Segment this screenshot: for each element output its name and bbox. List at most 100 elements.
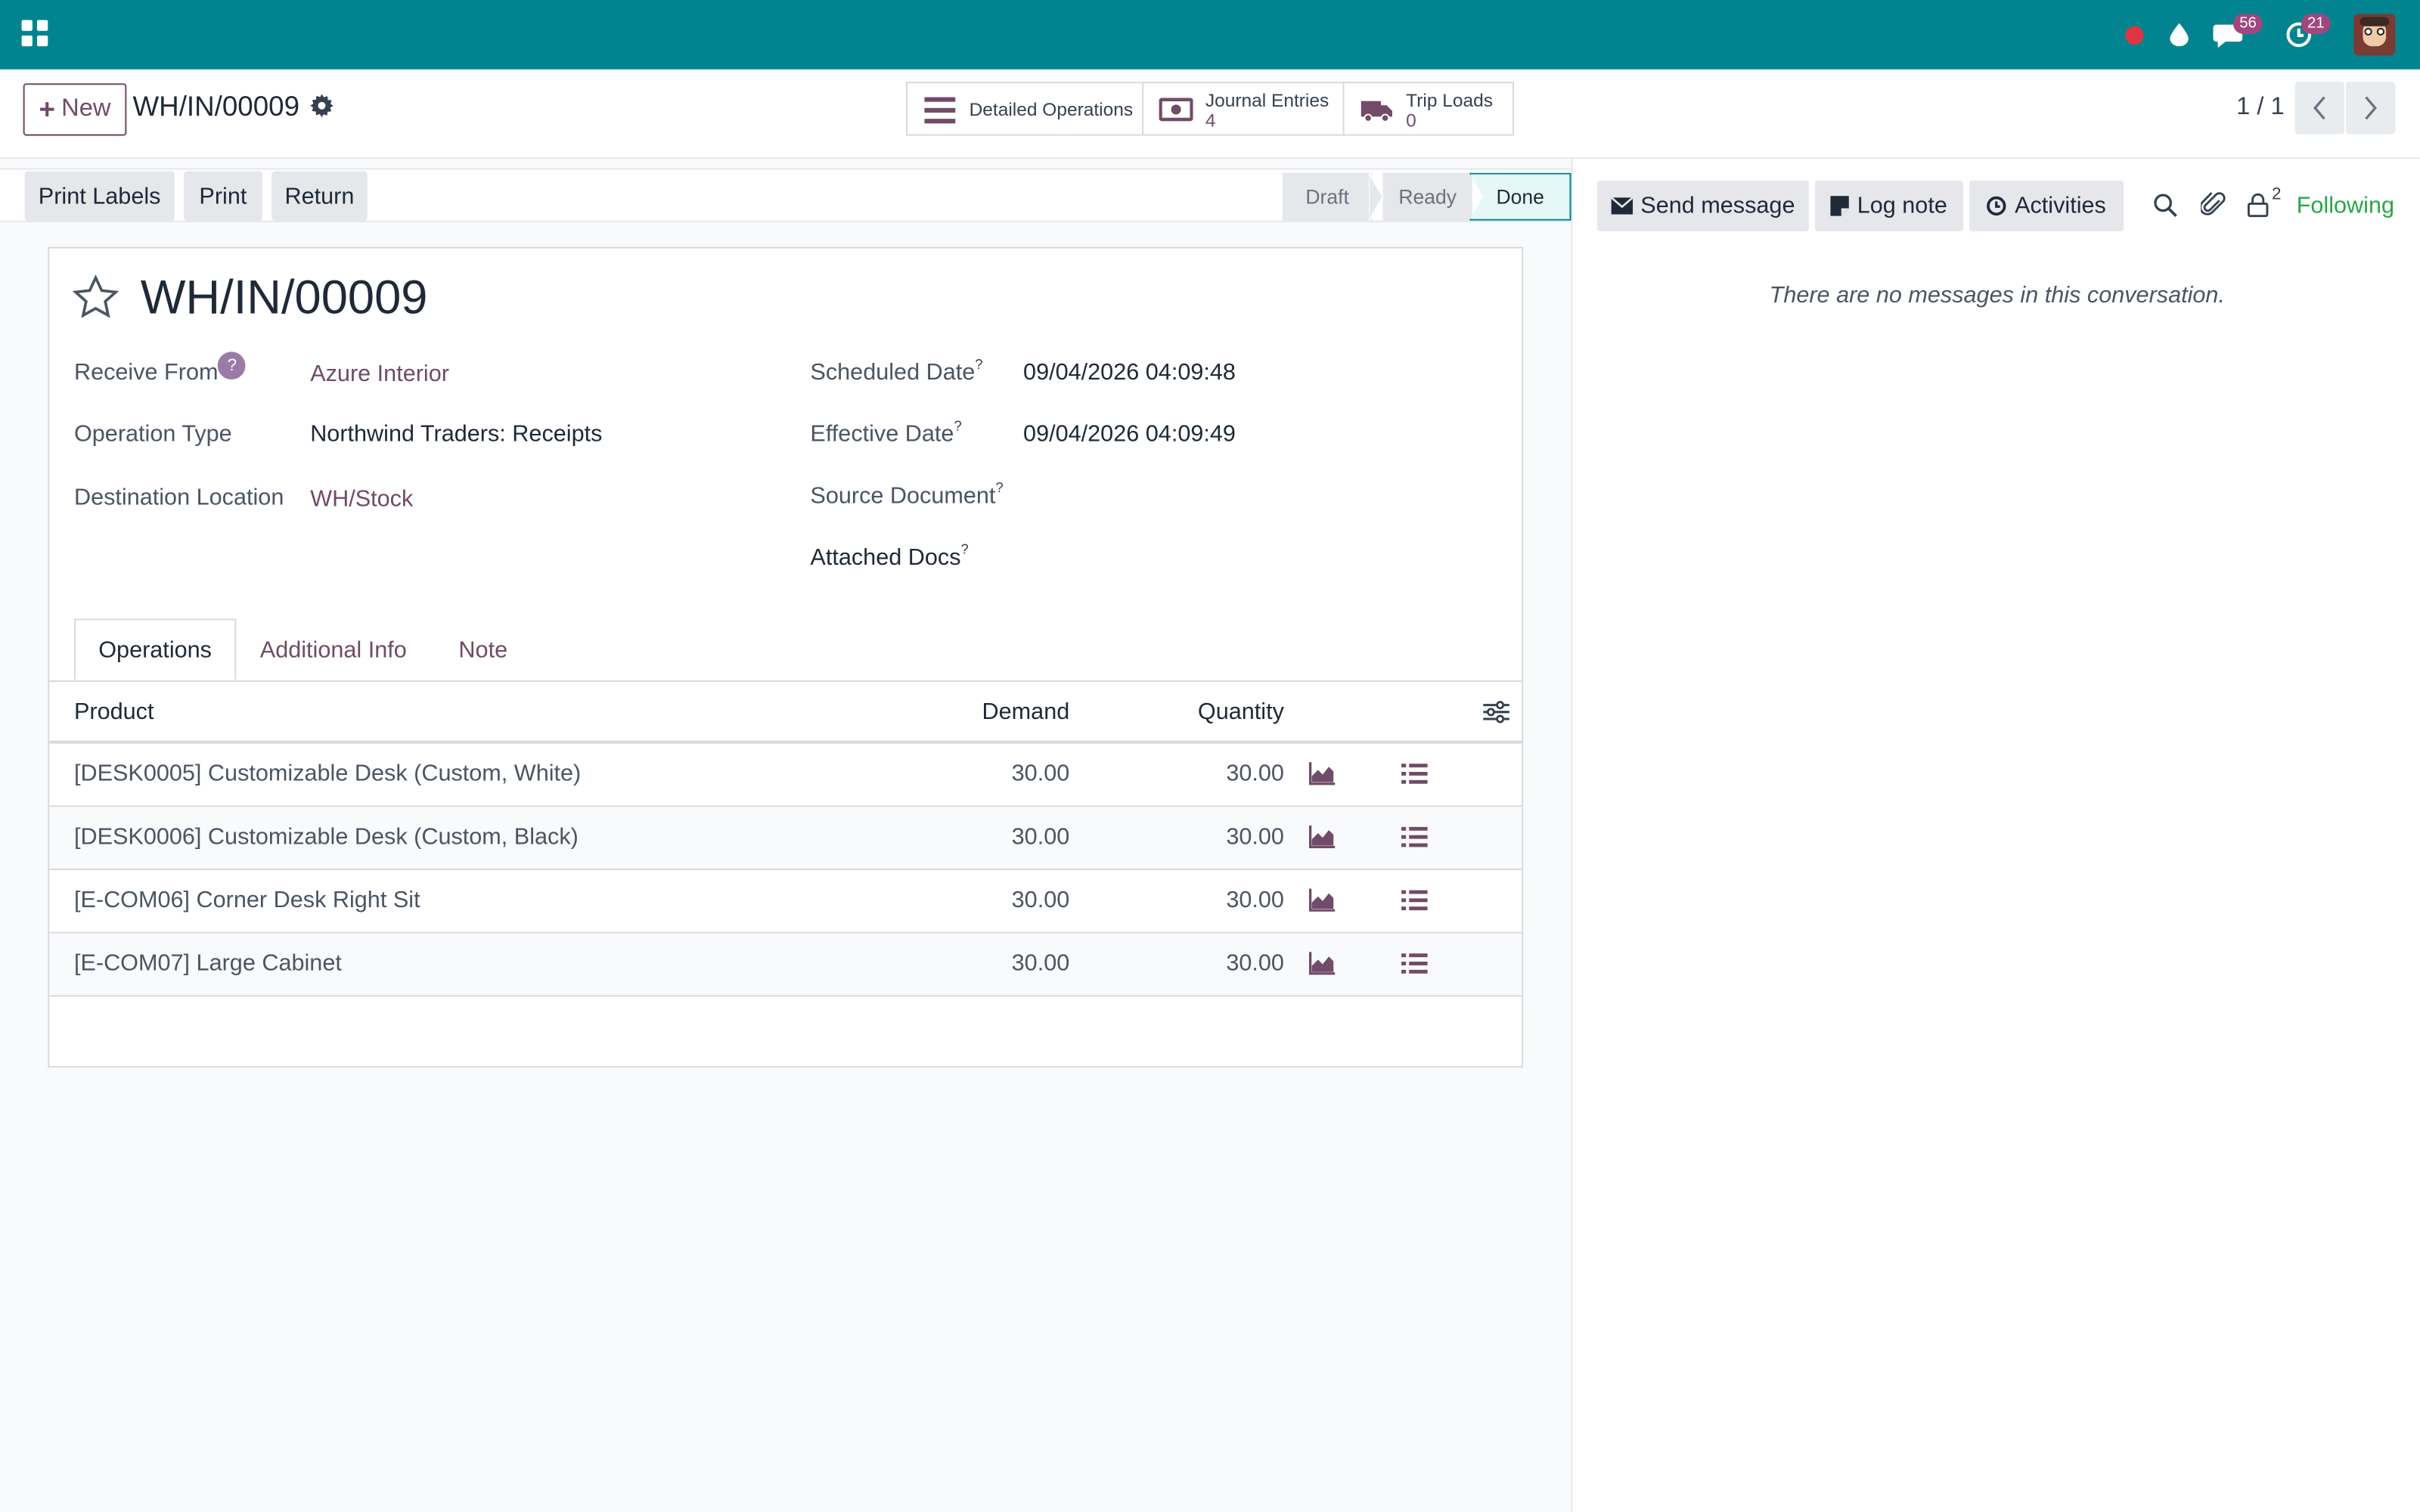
forecast-chart-icon[interactable] [1309, 888, 1336, 912]
favorite-star-icon[interactable] [72, 274, 119, 321]
send-message-button[interactable]: Send message [1597, 180, 1809, 232]
send-message-label: Send message [1640, 193, 1795, 219]
print-labels-button[interactable]: Print Labels [24, 171, 175, 221]
tab-additional-info[interactable]: Additional Info [244, 618, 423, 680]
column-product[interactable]: Product [74, 699, 154, 725]
help-mark[interactable]: ? [975, 356, 982, 371]
breadcrumb-record: WH/IN/00009 [132, 91, 300, 122]
clock-icon [1987, 196, 2007, 216]
demand-cell: 30.00 [1011, 887, 1070, 914]
product-cell: [E-COM06] Corner Desk Right Sit [73, 887, 420, 914]
stage-draft[interactable]: Draft [1282, 172, 1373, 221]
print-button[interactable]: Print [183, 171, 262, 221]
demand-cell: 30.00 [1011, 823, 1070, 850]
destination-location-value[interactable]: WH/Stock [310, 486, 413, 513]
scheduled-date-value[interactable]: 09/04/2026 04:09:48 [1023, 360, 1236, 386]
record-title: WH/IN/00009 [140, 270, 428, 324]
source-document-field[interactable] [1023, 483, 1486, 514]
activities-clock-icon[interactable] [2282, 0, 2313, 70]
details-list-icon[interactable] [1401, 762, 1428, 785]
return-button[interactable]: Return [271, 171, 368, 221]
optional-columns-icon[interactable] [1483, 701, 1509, 724]
demand-cell: 30.00 [1011, 761, 1070, 787]
following-button[interactable]: Following [2297, 193, 2394, 219]
journal-entries-button[interactable]: Journal Entries 4 [1142, 82, 1345, 136]
user-avatar[interactable] [2352, 0, 2395, 70]
effective-date-label: Effective Date [810, 421, 954, 448]
gear-icon[interactable] [310, 94, 335, 119]
help-mark[interactable]: ? [995, 480, 1003, 495]
activities-badge: 21 [2301, 14, 2331, 34]
app-root: 56 21 + New WH/IN/00009 Detailed Operati… [0, 0, 2420, 1512]
trip-loads-button[interactable]: Trip Loads 0 [1342, 82, 1515, 136]
record-indicator-icon[interactable] [2121, 0, 2149, 70]
activities-button[interactable]: Activities [1969, 180, 2124, 232]
product-cell: [DESK0006] Customizable Desk (Custom, Bl… [73, 823, 579, 850]
table-row[interactable]: [DESK0006] Customizable Desk (Custom, Bl… [49, 807, 1522, 871]
empty-conversation-text: There are no messages in this conversati… [1769, 282, 2225, 309]
log-note-button[interactable]: Log note [1814, 180, 1963, 232]
help-mark[interactable]: ? [954, 418, 961, 433]
attached-docs-label: Attached Docs [810, 544, 961, 572]
trip-loads-label: Trip Loads [1406, 88, 1493, 110]
truck-icon [1360, 100, 1392, 122]
table-row[interactable]: [E-COM06] Corner Desk Right Sit 30.00 30… [49, 870, 1522, 934]
new-button-label: New [61, 95, 111, 122]
quantity-cell: 30.00 [1226, 761, 1284, 787]
column-demand[interactable]: Demand [914, 699, 1070, 725]
details-list-icon[interactable] [1401, 889, 1428, 912]
receive-from-value[interactable]: Azure Interior [310, 361, 449, 388]
receive-from-label: Receive From [73, 359, 219, 386]
plus-icon: + [39, 94, 55, 125]
column-quantity[interactable]: Quantity [1130, 699, 1284, 725]
stage-ready[interactable]: Ready [1382, 172, 1472, 221]
stage-done[interactable]: Done [1469, 172, 1571, 221]
forecast-chart-icon[interactable] [1309, 825, 1336, 849]
operation-type-value[interactable]: Northwind Traders: Receipts [310, 421, 602, 448]
forecast-chart-icon[interactable] [1309, 952, 1336, 975]
source-document-label-wrap: Source Document? [810, 480, 1003, 510]
forecast-chart-icon[interactable] [1309, 762, 1336, 785]
apps-menu-icon[interactable] [21, 20, 48, 47]
money-icon [1159, 97, 1193, 121]
water-drop-icon[interactable] [2165, 0, 2193, 70]
trip-loads-count: 0 [1406, 108, 1416, 131]
scheduled-date-label-wrap: Scheduled Date? [810, 356, 982, 386]
operation-type-label: Operation Type [73, 421, 232, 448]
journal-entries-label: Journal Entries [1205, 88, 1329, 110]
help-mark[interactable]: ? [961, 541, 969, 556]
table-row[interactable]: [DESK0005] Customizable Desk (Custom, Wh… [49, 744, 1522, 807]
search-icon[interactable] [2153, 193, 2178, 218]
scheduled-date-label: Scheduled Date [810, 359, 976, 386]
tab-note[interactable]: Note [436, 618, 532, 680]
tab-operations[interactable]: Operations [73, 618, 237, 680]
followers-lock-icon[interactable] [2247, 193, 2269, 218]
details-list-icon[interactable] [1401, 952, 1428, 975]
pager-value[interactable]: 1 / 1 [2236, 94, 2285, 122]
effective-date-value: 09/04/2026 04:09:49 [1023, 421, 1236, 448]
detailed-operations-button[interactable]: Detailed Operations [905, 82, 1144, 136]
quantity-cell: 30.00 [1226, 950, 1284, 977]
log-note-label: Log note [1857, 193, 1947, 219]
pager-next-button[interactable] [2346, 82, 2396, 135]
table-row[interactable]: [E-COM07] Large Cabinet 30.00 30.00 [49, 933, 1522, 997]
product-cell: [DESK0005] Customizable Desk (Custom, Wh… [73, 761, 582, 787]
chatter-panel: Send message Log note Activities 2 Follo… [1571, 159, 2420, 1512]
help-tooltip-icon[interactable]: ? [218, 352, 247, 380]
followers-count: 2 [2272, 184, 2282, 204]
quantity-cell: 30.00 [1226, 887, 1284, 914]
journal-entries-count: 4 [1205, 108, 1216, 131]
details-list-icon[interactable] [1401, 826, 1428, 849]
messages-icon[interactable] [2210, 0, 2244, 70]
activities-label: Activities [2015, 193, 2106, 219]
detailed-operations-label: Detailed Operations [969, 98, 1134, 120]
receive-from-label-wrap: Receive From? [73, 352, 247, 388]
effective-date-label-wrap: Effective Date? [810, 418, 961, 448]
source-document-label: Source Document [810, 482, 996, 510]
messages-badge: 56 [2233, 14, 2263, 34]
envelope-icon [1611, 197, 1634, 215]
pager-previous-button[interactable] [2294, 82, 2344, 135]
paperclip-icon[interactable] [2201, 191, 2226, 219]
new-button[interactable]: + New [23, 83, 127, 136]
product-cell: [E-COM07] Large Cabinet [73, 950, 342, 977]
